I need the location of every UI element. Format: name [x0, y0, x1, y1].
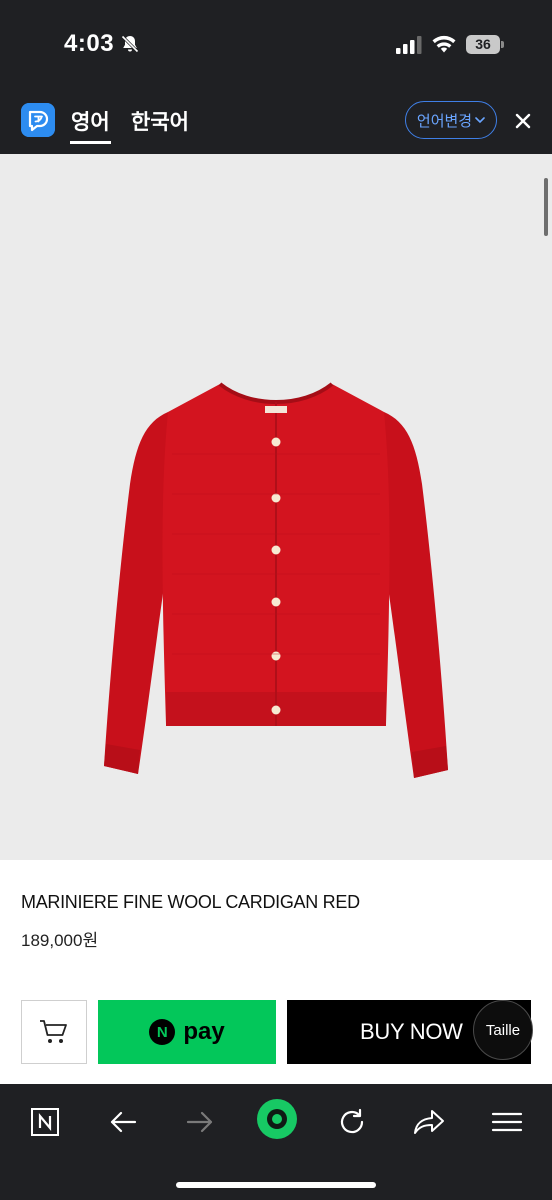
- cart-icon: [40, 1020, 67, 1043]
- taille-label: Taille: [485, 1021, 521, 1039]
- battery-indicator: 36: [466, 35, 504, 54]
- status-bar: 4:03 36: [0, 0, 552, 86]
- translate-bar: 영어 한국어 언어변경: [0, 86, 552, 154]
- menu-icon: [491, 1112, 523, 1132]
- forward-button[interactable]: [180, 1102, 220, 1142]
- taille-chat-button[interactable]: Taille: [473, 1000, 533, 1060]
- naver-pay-button[interactable]: N pay: [98, 1000, 276, 1064]
- change-language-label: 언어변경: [416, 112, 473, 130]
- tab-english[interactable]: 영어: [71, 106, 110, 136]
- chevron-down-icon: [475, 117, 485, 124]
- product-image[interactable]: [0, 154, 552, 860]
- status-time: 4:03: [64, 30, 115, 57]
- red-cardigan-image: [104, 382, 448, 778]
- reload-button[interactable]: [332, 1102, 372, 1142]
- home-circle-icon: [257, 1099, 297, 1139]
- browser-toolbar: [0, 1084, 552, 1200]
- signal-icon: [396, 36, 422, 54]
- close-icon[interactable]: [514, 112, 532, 130]
- add-to-cart-button[interactable]: [21, 1000, 87, 1064]
- translate-app-logo-icon[interactable]: [21, 103, 55, 137]
- bell-slash-icon: [121, 35, 139, 53]
- product-info: MARINIERE FINE WOOL CARDIGAN RED 189,000…: [0, 860, 552, 984]
- back-arrow-icon: [110, 1111, 137, 1133]
- tabs-icon: [31, 1108, 59, 1136]
- npay-logo-icon: N: [149, 1019, 176, 1045]
- scrollbar[interactable]: [544, 178, 548, 236]
- purchase-action-bar: N pay BUY NOW Taille: [0, 984, 552, 1084]
- home-indicator[interactable]: [176, 1182, 376, 1188]
- tabs-button[interactable]: [25, 1102, 65, 1142]
- npay-label: pay: [183, 1018, 225, 1045]
- product-name: MARINIERE FINE WOOL CARDIGAN RED: [21, 892, 360, 912]
- home-button[interactable]: [256, 1098, 298, 1140]
- reload-icon: [340, 1108, 364, 1134]
- change-language-button[interactable]: 언어변경: [405, 101, 497, 139]
- menu-button[interactable]: [487, 1102, 527, 1142]
- share-button[interactable]: [409, 1102, 449, 1142]
- share-icon: [414, 1110, 444, 1134]
- forward-arrow-icon: [186, 1111, 213, 1133]
- wifi-icon: [432, 35, 456, 53]
- active-tab-underline: [70, 141, 111, 144]
- tab-korean[interactable]: 한국어: [131, 106, 189, 136]
- battery-level: 36: [466, 35, 500, 54]
- battery-tip: [501, 41, 504, 48]
- back-button[interactable]: [103, 1102, 143, 1142]
- product-price: 189,000원: [21, 931, 99, 950]
- buy-now-label: BUY NOW: [360, 1019, 463, 1044]
